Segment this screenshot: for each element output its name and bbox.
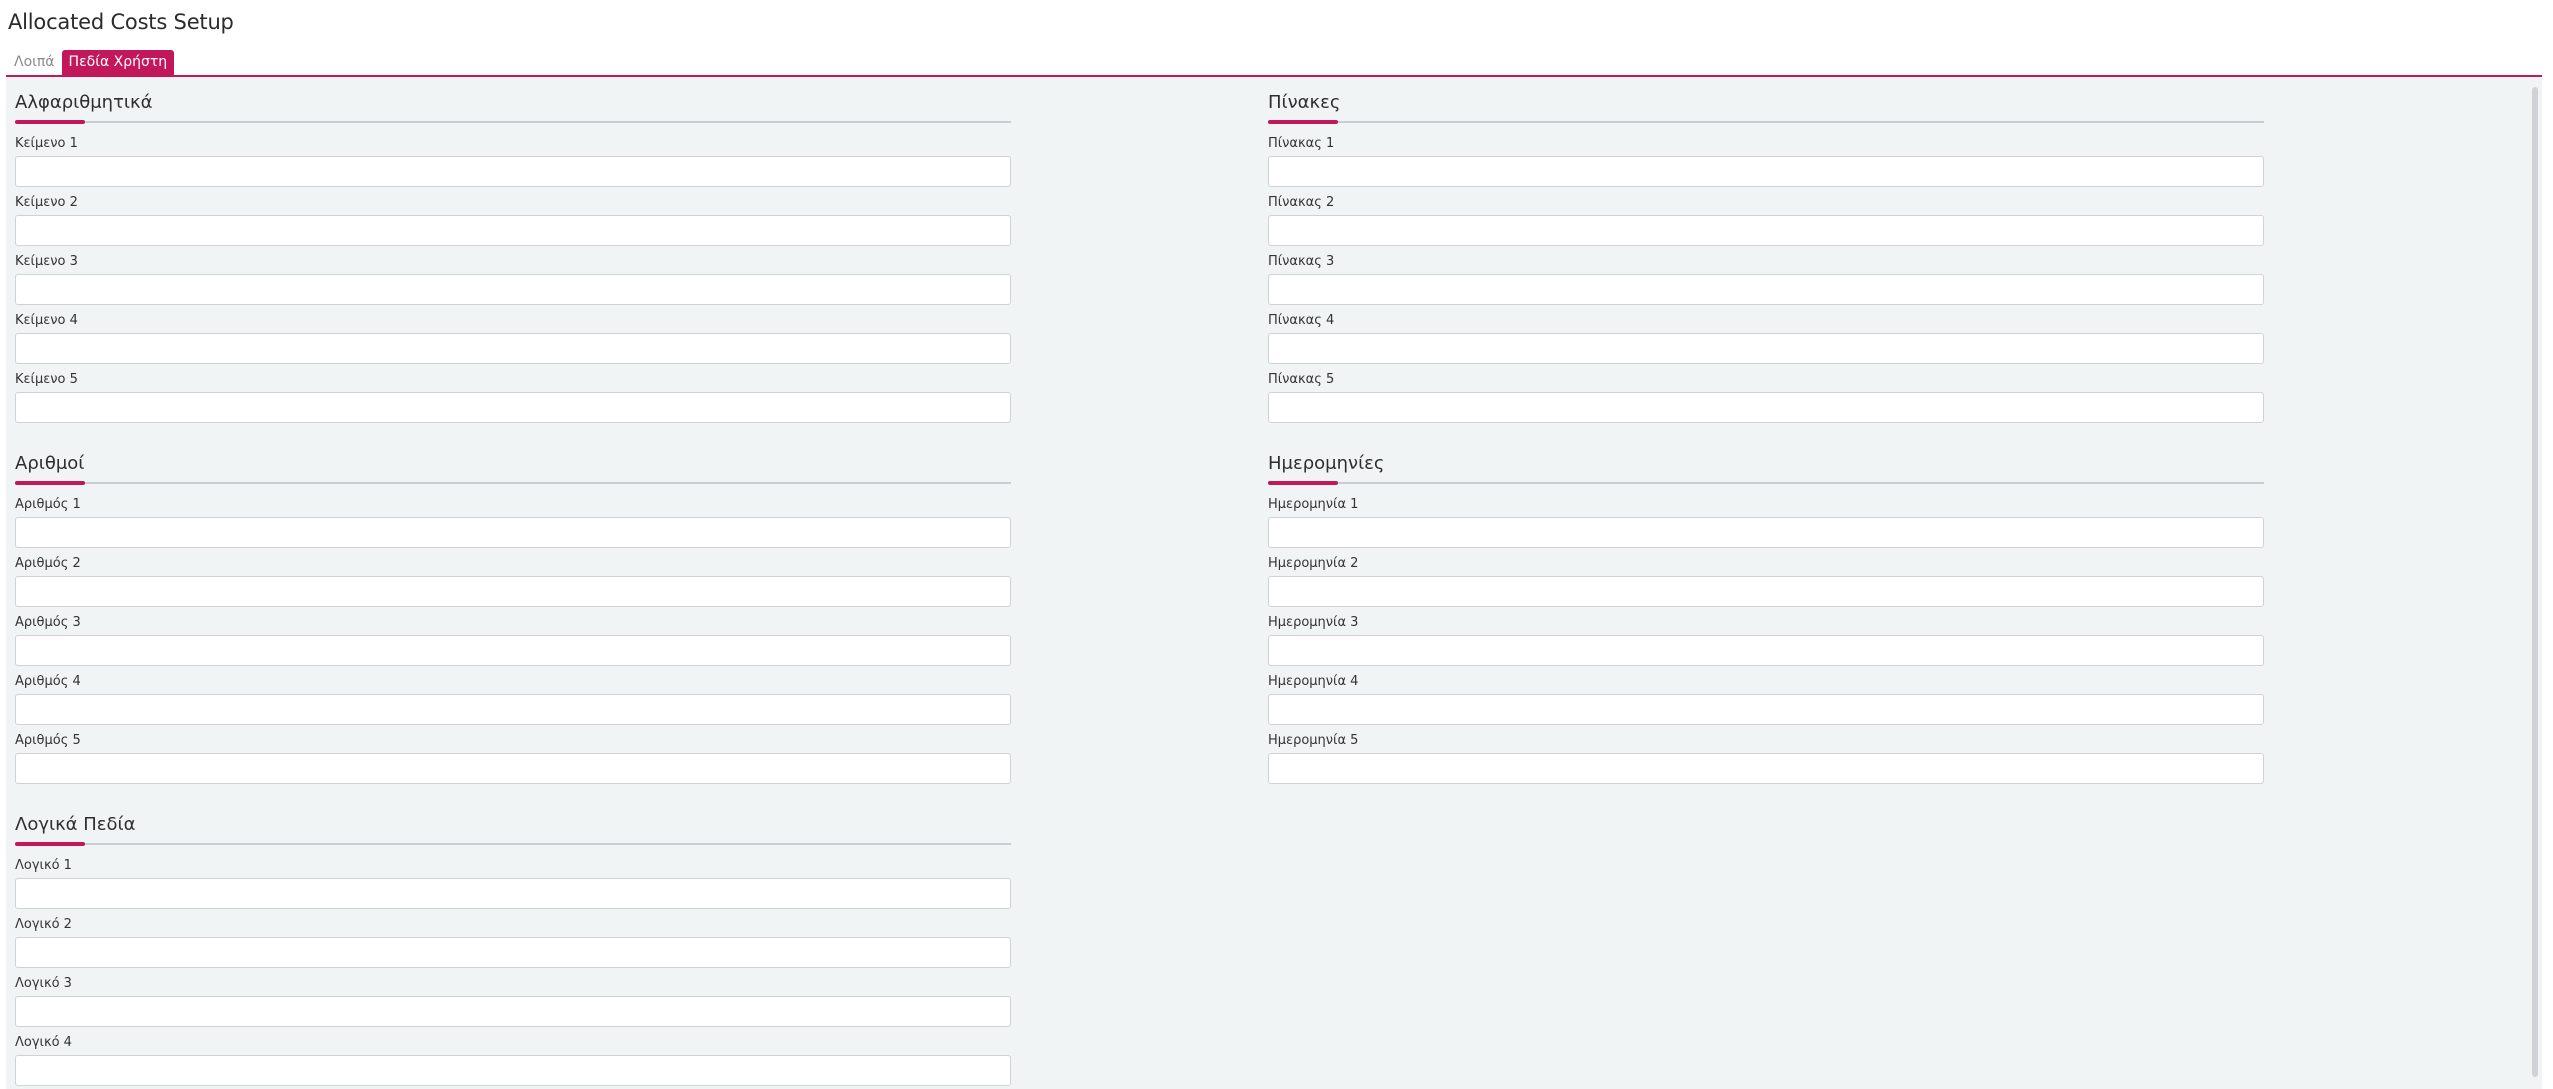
field-label: Κείμενο 1	[15, 136, 78, 151]
section-dates: Ημερομηνίες Ημερομηνία 1 Ημερομηνία 2 Ημ…	[1268, 452, 2264, 791]
field-label: Λογικό 1	[15, 858, 72, 873]
field-text-5: Κείμενο 5	[15, 371, 1011, 430]
vertical-scrollbar[interactable]	[2532, 87, 2538, 1077]
logical-1-input[interactable]	[15, 878, 1011, 909]
field-label: Αριθμός 3	[15, 615, 81, 630]
field-logical-1: Λογικό 1	[15, 857, 1011, 916]
section-title: Αριθμοί	[15, 453, 85, 474]
field-label: Κείμενο 2	[15, 195, 78, 210]
table-1-input[interactable]	[1268, 156, 2264, 187]
table-5-input[interactable]	[1268, 392, 2264, 423]
field-text-4: Κείμενο 4	[15, 312, 1011, 371]
field-label: Ημερομηνία 2	[1268, 556, 1359, 571]
date-3-input[interactable]	[1268, 635, 2264, 666]
section-divider	[1268, 481, 2264, 485]
section-title: Λογικά Πεδία	[15, 814, 136, 835]
date-5-input[interactable]	[1268, 753, 2264, 784]
field-label: Αριθμός 2	[15, 556, 81, 571]
field-label: Πίνακας 1	[1268, 136, 1335, 151]
text-3-input[interactable]	[15, 274, 1011, 305]
field-label: Λογικό 2	[15, 917, 72, 932]
section-divider	[15, 481, 1011, 485]
text-4-input[interactable]	[15, 333, 1011, 364]
field-logical-4: Λογικό 4	[15, 1034, 1011, 1089]
field-text-1: Κείμενο 1	[15, 135, 1011, 194]
field-table-2: Πίνακας 2	[1268, 194, 2264, 253]
field-date-3: Ημερομηνία 3	[1268, 614, 2264, 673]
field-table-5: Πίνακας 5	[1268, 371, 2264, 430]
text-5-input[interactable]	[15, 392, 1011, 423]
field-label: Πίνακας 3	[1268, 254, 1335, 269]
text-2-input[interactable]	[15, 215, 1011, 246]
page-title: Allocated Costs Setup	[8, 10, 234, 34]
section-divider	[1268, 120, 2264, 124]
section-tables: Πίνακες Πίνακας 1 Πίνακας 2 Πίνακας 3 Πί…	[1268, 91, 2264, 430]
right-column: Πίνακες Πίνακας 1 Πίνακας 2 Πίνακας 3 Πί…	[1268, 91, 2264, 813]
left-column: Αλφαριθμητικά Κείμενο 1 Κείμενο 2 Κείμεν…	[15, 91, 1011, 1089]
number-4-input[interactable]	[15, 694, 1011, 725]
field-label: Κείμενο 5	[15, 372, 78, 387]
tab-other[interactable]: Λοιπά	[8, 50, 62, 75]
field-label: Ημερομηνία 1	[1268, 497, 1359, 512]
field-text-3: Κείμενο 3	[15, 253, 1011, 312]
field-text-2: Κείμενο 2	[15, 194, 1011, 253]
section-divider	[15, 120, 1011, 124]
section-logical: Λογικά Πεδία Λογικό 1 Λογικό 2 Λογικό 3 …	[15, 813, 1011, 1089]
tab-user-fields[interactable]: Πεδία Χρήστη	[61, 50, 175, 75]
field-label: Κείμενο 3	[15, 254, 78, 269]
field-number-2: Αριθμός 2	[15, 555, 1011, 614]
field-number-5: Αριθμός 5	[15, 732, 1011, 791]
table-3-input[interactable]	[1268, 274, 2264, 305]
number-2-input[interactable]	[15, 576, 1011, 607]
field-table-3: Πίνακας 3	[1268, 253, 2264, 312]
field-table-4: Πίνακας 4	[1268, 312, 2264, 371]
field-number-3: Αριθμός 3	[15, 614, 1011, 673]
table-2-input[interactable]	[1268, 215, 2264, 246]
tab-bar: Λοιπά Πεδία Χρήστη	[8, 49, 175, 75]
logical-2-input[interactable]	[15, 937, 1011, 968]
user-fields-panel: Αλφαριθμητικά Κείμενο 1 Κείμενο 2 Κείμεν…	[6, 77, 2542, 1089]
date-2-input[interactable]	[1268, 576, 2264, 607]
date-1-input[interactable]	[1268, 517, 2264, 548]
field-label: Αριθμός 1	[15, 497, 81, 512]
field-number-4: Αριθμός 4	[15, 673, 1011, 732]
field-label: Λογικό 4	[15, 1035, 72, 1050]
table-4-input[interactable]	[1268, 333, 2264, 364]
field-logical-2: Λογικό 2	[15, 916, 1011, 975]
text-1-input[interactable]	[15, 156, 1011, 187]
number-5-input[interactable]	[15, 753, 1011, 784]
section-numbers: Αριθμοί Αριθμός 1 Αριθμός 2 Αριθμός 3 Αρ…	[15, 452, 1011, 791]
logical-3-input[interactable]	[15, 996, 1011, 1027]
field-label: Ημερομηνία 5	[1268, 733, 1359, 748]
field-label: Πίνακας 5	[1268, 372, 1335, 387]
field-date-5: Ημερομηνία 5	[1268, 732, 2264, 791]
date-4-input[interactable]	[1268, 694, 2264, 725]
section-alphanumeric: Αλφαριθμητικά Κείμενο 1 Κείμενο 2 Κείμεν…	[15, 91, 1011, 430]
logical-4-input[interactable]	[15, 1055, 1011, 1086]
section-divider	[15, 842, 1011, 846]
field-label: Αριθμός 4	[15, 674, 81, 689]
field-label: Ημερομηνία 3	[1268, 615, 1359, 630]
field-logical-3: Λογικό 3	[15, 975, 1011, 1034]
field-label: Πίνακας 2	[1268, 195, 1335, 210]
field-date-2: Ημερομηνία 2	[1268, 555, 2264, 614]
field-date-1: Ημερομηνία 1	[1268, 496, 2264, 555]
field-number-1: Αριθμός 1	[15, 496, 1011, 555]
field-label: Ημερομηνία 4	[1268, 674, 1359, 689]
field-label: Λογικό 3	[15, 976, 72, 991]
section-title: Ημερομηνίες	[1268, 453, 1385, 474]
section-title: Αλφαριθμητικά	[15, 92, 153, 113]
field-date-4: Ημερομηνία 4	[1268, 673, 2264, 732]
field-table-1: Πίνακας 1	[1268, 135, 2264, 194]
field-label: Κείμενο 4	[15, 313, 78, 328]
field-label: Αριθμός 5	[15, 733, 81, 748]
section-title: Πίνακες	[1268, 92, 1341, 113]
field-label: Πίνακας 4	[1268, 313, 1335, 328]
number-3-input[interactable]	[15, 635, 1011, 666]
number-1-input[interactable]	[15, 517, 1011, 548]
